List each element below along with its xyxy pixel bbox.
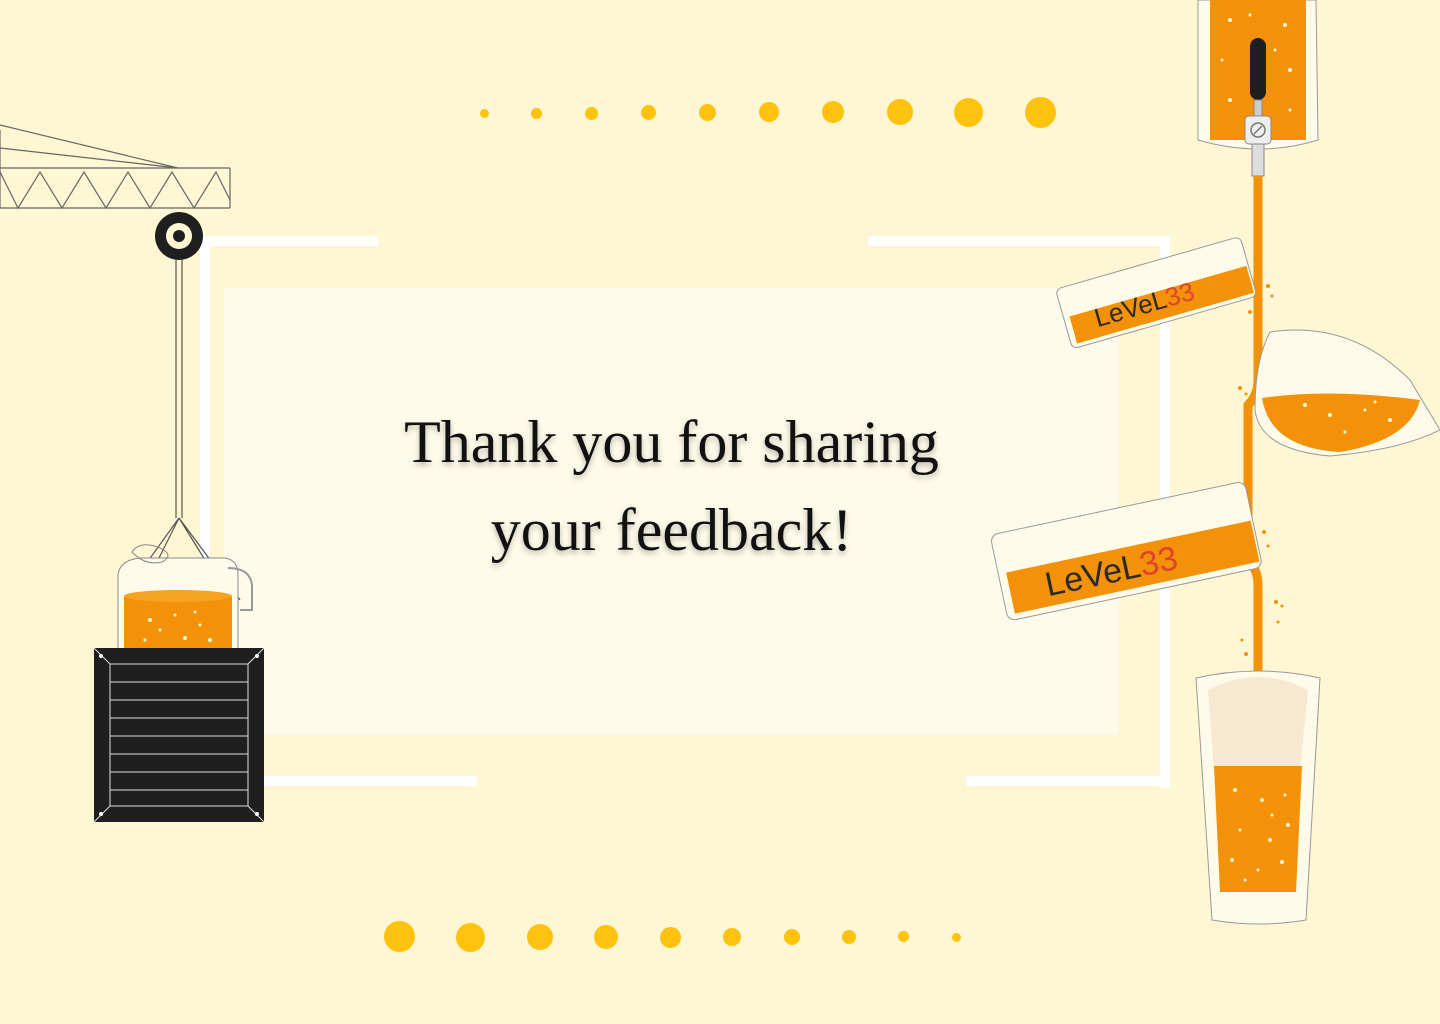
pulley-icon (155, 212, 203, 260)
dot (842, 930, 856, 944)
dot (585, 107, 598, 120)
dot (723, 928, 741, 946)
thank-you-line-2: your feedback! (490, 497, 853, 563)
crane-jib (0, 124, 231, 210)
tilted-glass-1: LeVeL33 (1056, 237, 1257, 349)
dot (384, 921, 415, 952)
dot (954, 98, 983, 127)
wine-glass (1254, 329, 1440, 457)
dot (784, 929, 800, 945)
dot (456, 923, 485, 952)
thank-you-line-1: Thank you for sharing (404, 409, 939, 475)
dot (759, 102, 779, 122)
crate-icon (93, 647, 265, 823)
crane-illustration (0, 124, 265, 823)
dot (594, 925, 618, 949)
dot (531, 108, 542, 119)
dot (660, 927, 681, 948)
dot (952, 933, 961, 942)
crane-cable (119, 260, 241, 601)
dot (527, 924, 553, 950)
dot (822, 101, 844, 123)
dot (641, 105, 656, 120)
beer-stream (1243, 176, 1263, 680)
dot (898, 931, 909, 942)
beer-mug-icon (117, 544, 253, 652)
thank-you-message: Thank you for sharing your feedback! (224, 398, 1119, 574)
dot (699, 104, 716, 121)
beer-pour-illustration: LeVeL33 LeVeL33 (991, 0, 1440, 925)
dot (887, 99, 913, 125)
dot (480, 109, 489, 118)
tilted-glass-2: LeVeL33 (991, 482, 1262, 621)
pint-glass-bottom (1195, 670, 1321, 925)
